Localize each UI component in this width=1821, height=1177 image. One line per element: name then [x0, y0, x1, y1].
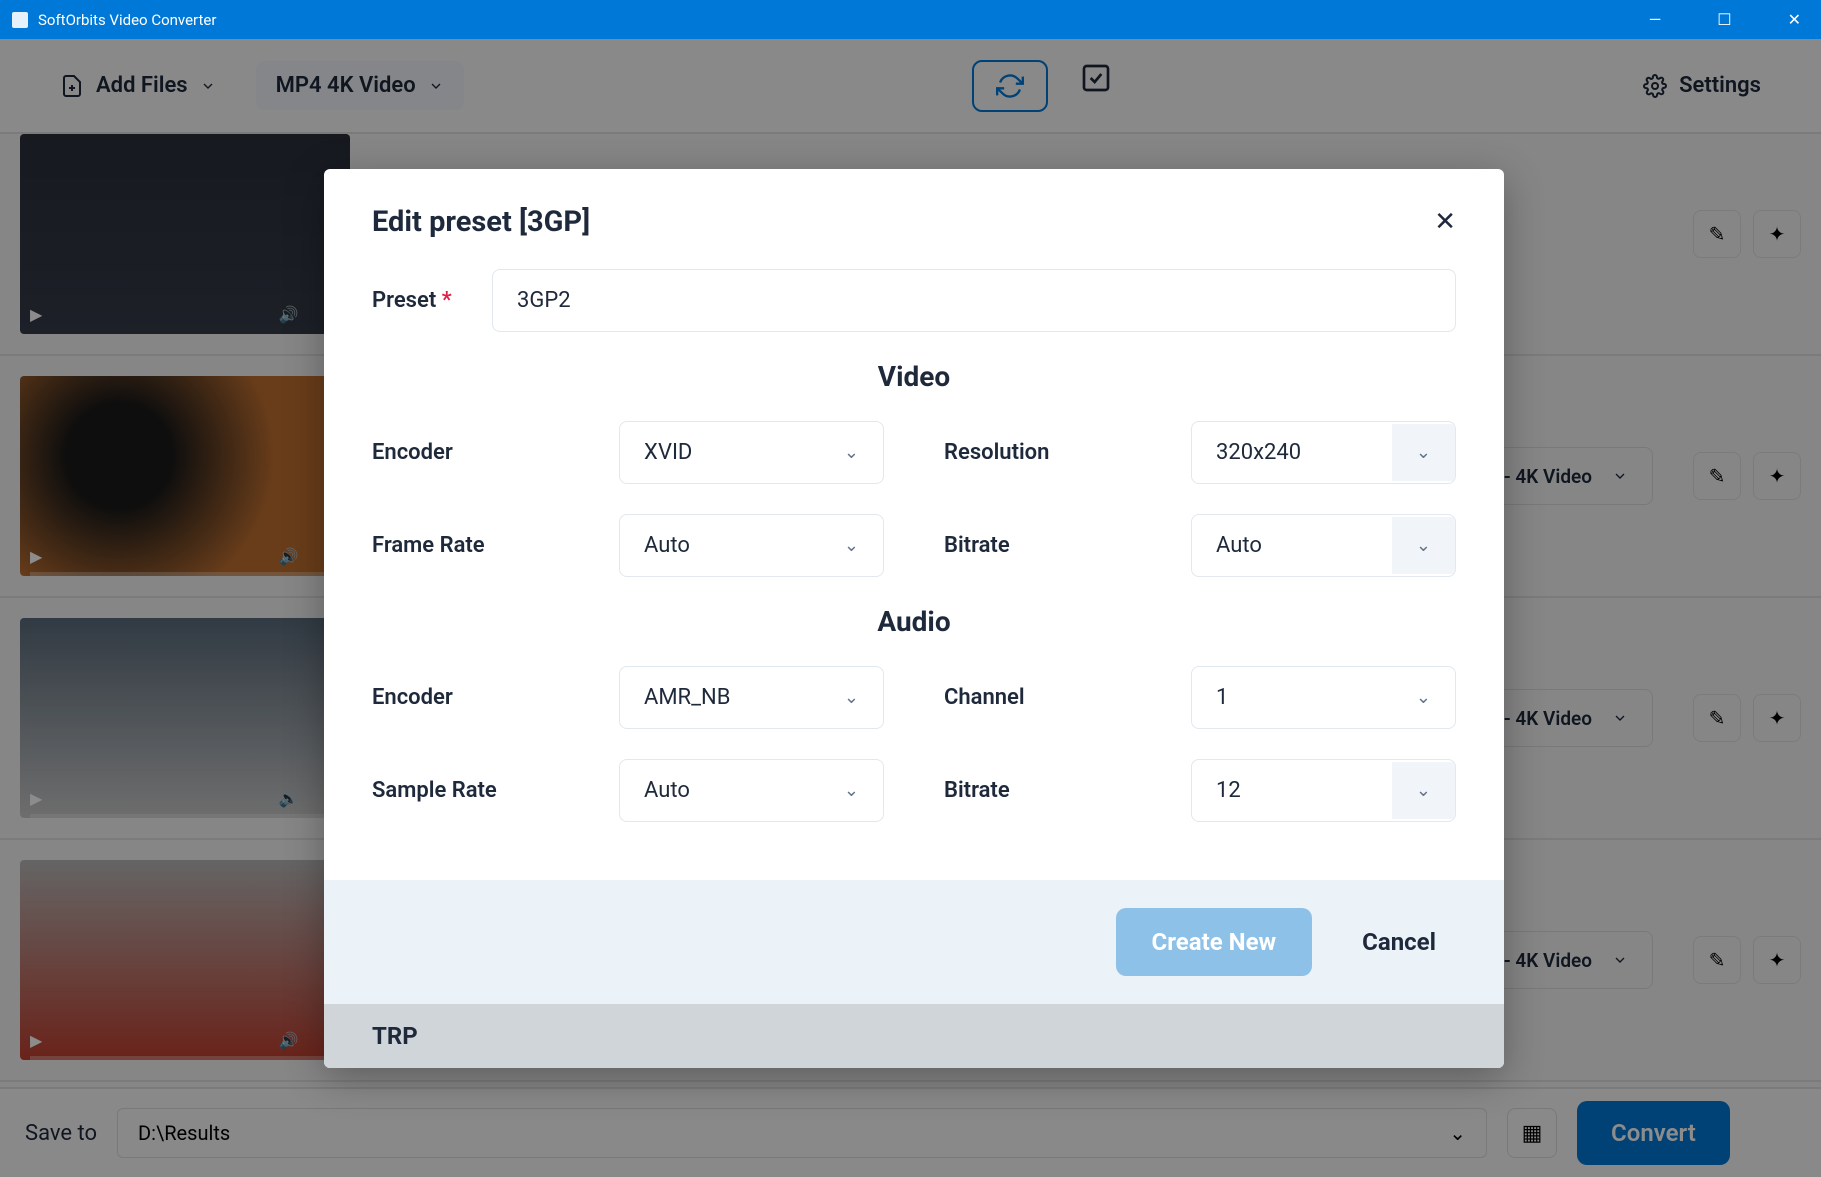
video-bitrate-label: Bitrate: [944, 533, 1191, 558]
modal-close-button[interactable]: ✕: [1434, 207, 1456, 237]
video-encoder-label: Encoder: [372, 440, 619, 465]
chevron-down-icon: ⌄: [820, 517, 883, 574]
resolution-label: Resolution: [944, 440, 1191, 465]
audio-bitrate-label: Bitrate: [944, 778, 1191, 803]
chevron-down-icon: ⌄: [1392, 762, 1455, 819]
video-section-title: Video: [372, 360, 1456, 393]
video-encoder-select[interactable]: XVID ⌄: [619, 421, 884, 484]
preset-name-input[interactable]: [492, 269, 1456, 332]
framerate-select[interactable]: Auto ⌄: [619, 514, 884, 577]
audio-bitrate-select[interactable]: 12 ⌄: [1191, 759, 1456, 822]
list-item[interactable]: TRP: [324, 1004, 1504, 1068]
framerate-label: Frame Rate: [372, 533, 619, 558]
edit-preset-modal: Edit preset [3GP] ✕ Preset * Video Encod…: [324, 169, 1504, 1068]
maximize-button[interactable]: ☐: [1709, 10, 1739, 29]
chevron-down-icon: ⌄: [1392, 424, 1455, 481]
modal-title: Edit preset [3GP]: [372, 205, 590, 239]
close-button[interactable]: ✕: [1780, 10, 1809, 29]
preset-label: Preset *: [372, 288, 492, 313]
app-icon: [12, 12, 28, 28]
chevron-down-icon: ⌄: [820, 424, 883, 481]
create-new-button[interactable]: Create New: [1116, 908, 1313, 976]
chevron-down-icon: ⌄: [820, 762, 883, 819]
app-title: SoftOrbits Video Converter: [38, 11, 216, 29]
chevron-down-icon: ⌄: [1392, 669, 1455, 726]
video-bitrate-select[interactable]: Auto ⌄: [1191, 514, 1456, 577]
samplerate-label: Sample Rate: [372, 778, 619, 803]
chevron-down-icon: ⌄: [820, 669, 883, 726]
titlebar: SoftOrbits Video Converter — ☐ ✕: [0, 0, 1821, 39]
main-area: Add Files MP4 4K Video Settings ▶ 🔊: [0, 39, 1821, 1177]
minimize-button[interactable]: —: [1641, 10, 1670, 29]
resolution-select[interactable]: 320x240 ⌄: [1191, 421, 1456, 484]
audio-encoder-select[interactable]: AMR_NB ⌄: [619, 666, 884, 729]
audio-encoder-label: Encoder: [372, 685, 619, 710]
audio-section-title: Audio: [372, 605, 1456, 638]
chevron-down-icon: ⌄: [1392, 517, 1455, 574]
cancel-button[interactable]: Cancel: [1342, 908, 1456, 976]
channel-label: Channel: [944, 685, 1191, 710]
channel-select[interactable]: 1 ⌄: [1191, 666, 1456, 729]
samplerate-select[interactable]: Auto ⌄: [619, 759, 884, 822]
